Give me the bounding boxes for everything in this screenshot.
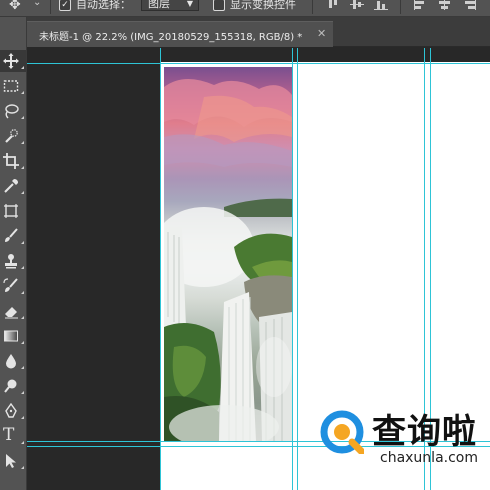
eraser-icon [5, 307, 18, 319]
crop-icon [3, 153, 19, 169]
quick-selection-tool[interactable] [0, 125, 26, 147]
watermark-text: 查询啦 [372, 412, 477, 452]
move-icon [3, 53, 19, 69]
eraser-tool[interactable] [0, 300, 26, 322]
auto-select-label: 自动选择： [76, 0, 131, 11]
pen-icon [5, 403, 17, 418]
waterfall-image [164, 78, 292, 441]
blur-tool[interactable] [0, 350, 26, 372]
align-bottom-icon[interactable] [374, 0, 388, 10]
align-top-icon[interactable] [326, 0, 340, 10]
document-tab-title: 未标题-1 @ 22.2% (IMG_20180529_155318, RGB/… [39, 32, 303, 43]
eyedropper-icon [4, 179, 18, 193]
guide-vertical[interactable] [160, 48, 161, 490]
separator [312, 0, 313, 14]
pen-tool[interactable] [0, 400, 26, 422]
guide-horizontal[interactable] [27, 63, 490, 64]
frame-tool[interactable] [0, 200, 26, 222]
dodge-icon [4, 379, 17, 393]
watermark-url: chaxunla.com [380, 450, 478, 466]
separator [50, 0, 51, 14]
waterfall-photo-layer[interactable] [164, 67, 292, 441]
separator [400, 0, 401, 14]
quick-selection-icon [5, 129, 18, 143]
guide-vertical[interactable] [292, 48, 293, 490]
auto-select-target-value: 图层 [148, 0, 170, 10]
dodge-tool[interactable] [0, 375, 26, 397]
document-tab-bar: 未标题-1 @ 22.2% (IMG_20180529_155318, RGB/… [27, 17, 490, 47]
show-transform-label: 显示变换控件 [230, 0, 296, 11]
watermark: 查询啦 chaxunla.com [320, 404, 490, 474]
auto-select-target-dropdown[interactable]: 图层 ▼ [141, 0, 199, 11]
chevron-down-icon[interactable]: ⌄ [33, 0, 41, 8]
eyedropper-tool[interactable] [0, 175, 26, 197]
close-icon[interactable]: ✕ [317, 27, 326, 40]
stamp-icon [5, 254, 17, 269]
options-bar: ✥ ⌄ ✓ 自动选择： 图层 ▼ 显示变换控件 [0, 0, 490, 17]
clone-stamp-tool[interactable] [0, 250, 26, 272]
rectangular-marquee-icon [3, 80, 19, 92]
crop-tool[interactable] [0, 150, 26, 172]
history-brush-icon [3, 278, 18, 292]
lasso-tool[interactable] [0, 100, 26, 122]
path-selection-icon [6, 454, 16, 468]
history-brush-tool[interactable] [0, 275, 26, 297]
marquee-tool[interactable] [0, 75, 26, 97]
align-horizontal-center-icon[interactable] [438, 0, 452, 10]
frame-icon [4, 204, 18, 218]
chevron-down-icon: ▼ [186, 0, 193, 8]
align-vertical-center-icon[interactable] [350, 0, 364, 10]
auto-select-checkbox[interactable]: ✓ [59, 0, 71, 11]
magnifier-logo-icon [320, 410, 364, 454]
show-transform-checkbox[interactable] [213, 0, 225, 11]
move-icon[interactable]: ✥ [9, 0, 21, 13]
gradient-icon [4, 330, 18, 342]
gradient-tool[interactable] [0, 325, 26, 347]
brush-icon [5, 228, 18, 242]
path-selection-tool[interactable] [0, 450, 26, 472]
toolbar: T [0, 17, 27, 490]
document-tab[interactable]: 未标题-1 @ 22.2% (IMG_20180529_155318, RGB/… [27, 21, 333, 47]
blur-drop-icon [6, 354, 16, 369]
lasso-icon [5, 104, 19, 119]
align-left-icon[interactable] [414, 0, 428, 10]
guide-vertical[interactable] [297, 48, 298, 490]
align-right-icon[interactable] [462, 0, 476, 10]
brush-tool[interactable] [0, 225, 26, 247]
type-tool[interactable]: T [0, 425, 26, 447]
type-icon: T [3, 425, 15, 445]
move-tool[interactable] [0, 50, 26, 72]
